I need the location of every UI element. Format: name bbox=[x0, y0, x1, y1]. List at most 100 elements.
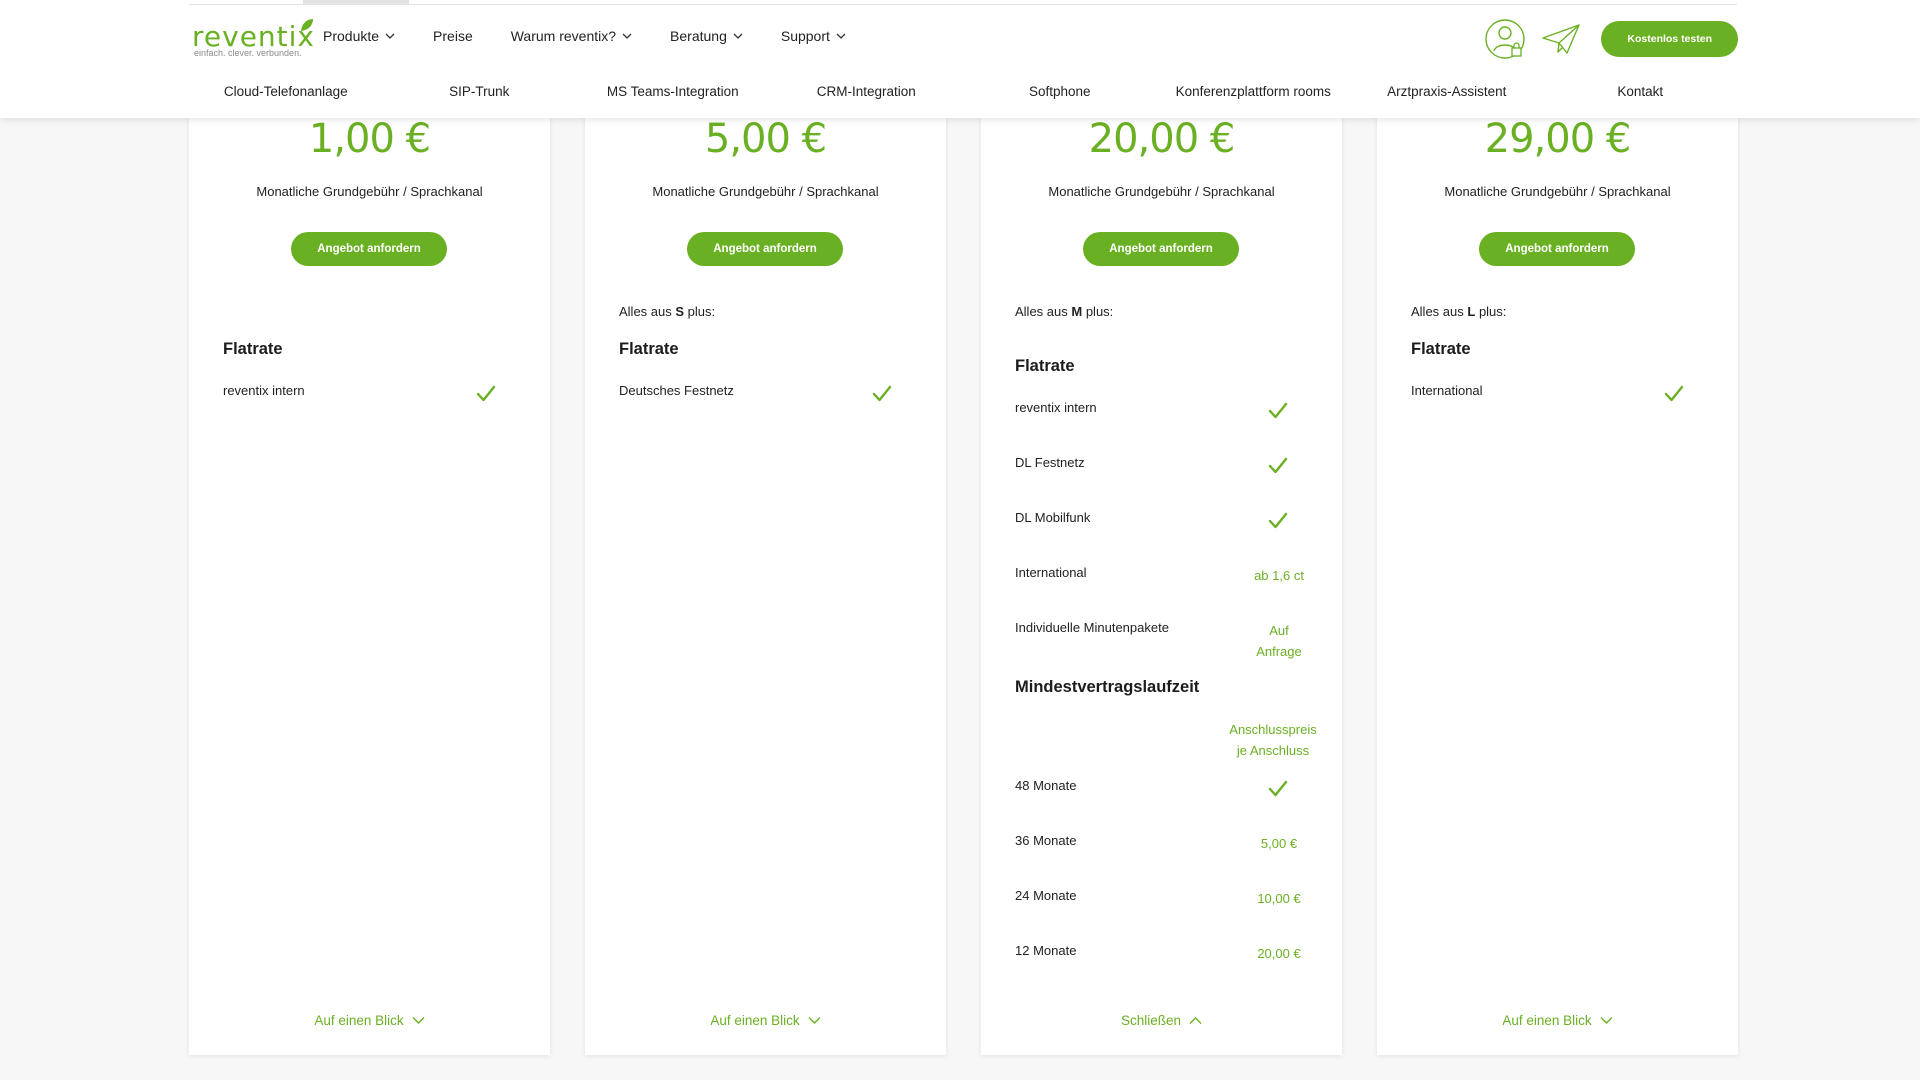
checkmark-icon bbox=[1268, 512, 1288, 529]
logo-tagline: einfach. clever. verbunden. bbox=[194, 48, 302, 58]
feature-row: DL Mobilfunk bbox=[1015, 510, 1315, 534]
contract-value: 20,00 € bbox=[1257, 946, 1301, 961]
value-line: Auf bbox=[1269, 623, 1289, 638]
feature-label: DL Mobilfunk bbox=[1015, 510, 1091, 525]
feature-row: reventix intern bbox=[1015, 400, 1315, 424]
plus-prefix: Alles aus bbox=[1411, 304, 1468, 319]
expand-toggle[interactable]: Auf einen Blick bbox=[1377, 1013, 1738, 1028]
nav-item-warum-reventix[interactable]: Warum reventix? bbox=[511, 28, 632, 44]
contract-row: 24 Monate 10,00 € bbox=[1015, 888, 1315, 912]
contract-value: 10,00 € bbox=[1257, 891, 1301, 906]
request-offer-button[interactable]: Angebot anfordern bbox=[687, 232, 843, 266]
sub-nav-konferenzplattform[interactable]: Konferenzplattform rooms bbox=[1157, 84, 1351, 104]
free-trial-button[interactable]: Kostenlos testen bbox=[1601, 21, 1738, 57]
section-title-flatrate: Flatrate bbox=[619, 340, 679, 358]
price-value: 20,00 € bbox=[1088, 116, 1236, 162]
checkmark-icon bbox=[1268, 402, 1288, 419]
price-value: 1,00 € bbox=[308, 116, 431, 162]
checkmark-icon bbox=[476, 385, 496, 402]
contract-row: 36 Monate 5,00 € bbox=[1015, 833, 1315, 857]
plus-suffix: plus: bbox=[684, 304, 716, 319]
feature-label: International bbox=[1015, 565, 1087, 580]
feature-label: reventix intern bbox=[1015, 400, 1097, 415]
checkmark-icon bbox=[1268, 780, 1288, 797]
chevron-down-icon bbox=[622, 33, 632, 39]
paper-plane-icon[interactable] bbox=[1541, 21, 1581, 57]
nav-item-beratung[interactable]: Beratung bbox=[670, 28, 743, 44]
feature-label: International bbox=[1411, 383, 1483, 398]
feature-row: International ab 1,6 ct bbox=[1015, 565, 1315, 589]
sub-nav-softphone[interactable]: Softphone bbox=[963, 84, 1157, 104]
price-value: 5,00 € bbox=[704, 116, 827, 162]
feature-value: ab 1,6 ct bbox=[1254, 568, 1304, 583]
section-title-flatrate: Flatrate bbox=[1015, 357, 1075, 375]
feature-label: reventix intern bbox=[223, 383, 305, 398]
feature-label: DL Festnetz bbox=[1015, 455, 1085, 470]
price-caption: Monatliche Grundgebühr / Sprachkanal bbox=[652, 184, 879, 199]
feature-row: Deutsches Festnetz bbox=[619, 383, 919, 407]
contract-row: 12 Monate 20,00 € bbox=[1015, 943, 1315, 967]
column-head-connection-price: Anschlusspreis je Anschluss bbox=[1225, 719, 1321, 761]
chevron-down-icon bbox=[808, 1017, 821, 1024]
includes-previous-tier: Alles aus L plus: bbox=[1411, 304, 1506, 319]
request-offer-button[interactable]: Angebot anfordern bbox=[1083, 232, 1239, 266]
sub-nav-ms-teams-integration[interactable]: MS Teams-Integration bbox=[576, 84, 770, 104]
plus-prefix: Alles aus bbox=[1015, 304, 1072, 319]
request-offer-button[interactable]: Angebot anfordern bbox=[1479, 232, 1635, 266]
contract-value: 5,00 € bbox=[1260, 836, 1298, 851]
contract-label: 24 Monate bbox=[1015, 888, 1077, 903]
contract-row: 48 Monate bbox=[1015, 778, 1315, 802]
nav-item-label: Support bbox=[780, 28, 830, 44]
nav-item-preise[interactable]: Preise bbox=[433, 28, 473, 44]
nav-item-support[interactable]: Support bbox=[781, 28, 846, 44]
chevron-down-icon bbox=[836, 33, 846, 39]
plus-prefix: Alles aus bbox=[619, 304, 676, 319]
plus-tier: S bbox=[675, 304, 685, 319]
feature-value: Auf Anfrage bbox=[1239, 620, 1319, 662]
column-head-line: je Anschluss bbox=[1236, 743, 1310, 758]
sub-nav-kontakt[interactable]: Kontakt bbox=[1544, 84, 1738, 104]
header-actions: Kostenlos testen bbox=[1485, 18, 1738, 60]
site-header: reventix einfach. clever. verbunden. Pro… bbox=[0, 0, 1920, 118]
sub-nav-sip-trunk[interactable]: SIP-Trunk bbox=[383, 84, 577, 104]
contract-label: 36 Monate bbox=[1015, 833, 1077, 848]
plus-suffix: plus: bbox=[1475, 304, 1507, 319]
nav-item-label: Preise bbox=[433, 28, 473, 44]
feature-row: reventix intern bbox=[223, 383, 523, 407]
reventix-logo[interactable]: reventix einfach. clever. verbunden. bbox=[192, 16, 314, 60]
expand-toggle[interactable]: Auf einen Blick bbox=[189, 1013, 550, 1028]
price-caption: Monatliche Grundgebühr / Sprachkanal bbox=[1444, 184, 1671, 199]
feature-row: DL Festnetz bbox=[1015, 455, 1315, 479]
section-title-contract-term: Mindestvertragslaufzeit bbox=[1015, 678, 1200, 696]
nav-item-produkte[interactable]: Produkte bbox=[323, 28, 395, 44]
toggle-label: Auf einen Blick bbox=[1502, 1013, 1592, 1028]
feature-row: Individuelle Minutenpakete Auf Anfrage bbox=[1015, 620, 1315, 664]
contract-label: 12 Monate bbox=[1015, 943, 1077, 958]
includes-previous-tier: Alles aus M plus: bbox=[1015, 304, 1113, 319]
nav-item-label: Beratung bbox=[670, 28, 727, 44]
pricing-card: 1,00 € Monatliche Grundgebühr / Sprachka… bbox=[189, 100, 550, 1055]
feature-label: Individuelle Minutenpakete bbox=[1015, 620, 1169, 635]
request-offer-button[interactable]: Angebot anfordern bbox=[291, 232, 447, 266]
contract-label: 48 Monate bbox=[1015, 778, 1077, 793]
plus-tier: M bbox=[1071, 304, 1083, 319]
price-value: 29,00 € bbox=[1484, 116, 1632, 162]
chevron-down-icon bbox=[1600, 1017, 1613, 1024]
column-head-line: Anschlusspreis bbox=[1229, 722, 1317, 737]
price-caption: Monatliche Grundgebühr / Sprachkanal bbox=[1048, 184, 1275, 199]
nav-item-label: Produkte bbox=[323, 28, 380, 44]
toggle-label: Auf einen Blick bbox=[314, 1013, 404, 1028]
sub-nav-crm-integration[interactable]: CRM-Integration bbox=[770, 84, 964, 104]
chevron-down-icon bbox=[733, 33, 743, 39]
sub-nav-arztpraxis-assistent[interactable]: Arztpraxis-Assistent bbox=[1350, 84, 1544, 104]
sub-nav-cloud-telefonanlage[interactable]: Cloud-Telefonanlage bbox=[189, 84, 383, 104]
collapse-toggle[interactable]: Schließen bbox=[981, 1013, 1342, 1028]
toggle-label: Auf einen Blick bbox=[710, 1013, 800, 1028]
top-strip-active-tab bbox=[303, 0, 409, 5]
main-nav: Produkte Preise Warum reventix? Beratung… bbox=[323, 28, 884, 44]
top-strip bbox=[189, 0, 1737, 5]
checkmark-icon bbox=[872, 385, 892, 402]
toggle-label: Schließen bbox=[1120, 1013, 1182, 1028]
expand-toggle[interactable]: Auf einen Blick bbox=[585, 1013, 946, 1028]
user-lock-icon[interactable] bbox=[1485, 18, 1527, 60]
